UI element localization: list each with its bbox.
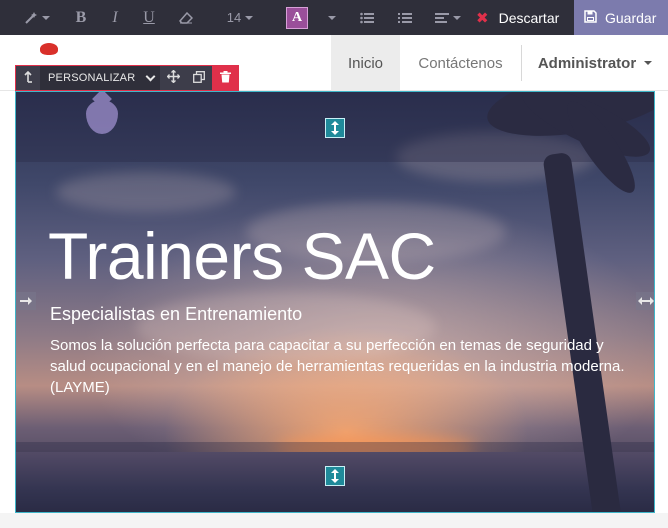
eraser-icon [179, 11, 193, 24]
editor-toolbar: B I U 14 A ✖ Descartar Guardar [0, 0, 668, 35]
hero-description[interactable]: Somos la solución perfecta para capacita… [50, 335, 630, 398]
discard-button[interactable]: ✖ Descartar [464, 0, 574, 35]
ordered-list-icon [398, 12, 412, 24]
select-parent-button[interactable] [16, 66, 40, 90]
font-size-value: 14 [226, 10, 242, 25]
arrow-up-icon [23, 70, 33, 86]
text-color-button[interactable]: A [284, 0, 310, 35]
save-label: Guardar [605, 9, 657, 26]
nav-item-inicio[interactable]: Inicio [331, 35, 400, 91]
trash-icon [219, 70, 231, 86]
resize-bottom-handle[interactable] [325, 466, 345, 486]
unordered-list-button[interactable] [356, 0, 378, 35]
magic-wand-icon [24, 11, 38, 25]
chevron-down-icon [145, 71, 156, 81]
discard-label: Descartar [498, 9, 560, 26]
user-menu-dropdown[interactable]: Administrator [522, 35, 668, 91]
chevron-down-icon [644, 61, 653, 65]
duplicate-snippet-button[interactable] [186, 66, 212, 90]
chevron-down-icon [42, 15, 50, 20]
snippet-options-bar: PERSONALIZAR [15, 65, 239, 91]
chevron-down-icon [328, 15, 336, 20]
chevron-down-icon [453, 15, 461, 20]
color-dropdown-toggle[interactable] [322, 0, 338, 35]
move-snippet-button[interactable] [160, 66, 186, 90]
customize-label: PERSONALIZAR [48, 72, 136, 84]
remove-snippet-button[interactable] [212, 66, 238, 90]
resize-top-handle[interactable] [325, 118, 345, 138]
chevron-down-icon [245, 15, 254, 20]
font-size-dropdown[interactable]: 14 [222, 0, 258, 35]
background-cloud [56, 172, 236, 212]
unordered-list-icon [360, 12, 374, 24]
customize-dropdown[interactable]: PERSONALIZAR [40, 66, 160, 90]
italic-button[interactable]: I [104, 0, 126, 35]
ordered-list-button[interactable] [394, 0, 416, 35]
format-style-button[interactable] [22, 0, 52, 35]
bold-button[interactable]: B [70, 0, 92, 35]
nav-item-contactenos[interactable]: Contáctenos [400, 35, 521, 91]
floppy-disk-icon [584, 9, 605, 26]
text-color-icon: A [286, 6, 308, 29]
page-bottom-strip [0, 513, 668, 528]
clear-format-button[interactable] [174, 0, 198, 35]
hero-title[interactable]: Trainers SAC [48, 218, 436, 294]
underline-button[interactable]: U [138, 0, 160, 35]
resize-left-handle[interactable] [16, 292, 36, 310]
resize-right-handle[interactable] [636, 292, 654, 310]
save-button[interactable]: Guardar [574, 0, 668, 35]
copy-icon [193, 70, 205, 86]
cover-section[interactable]: Trainers SAC Especialistas en Entrenamie… [15, 91, 655, 513]
hero-subtitle[interactable]: Especialistas en Entrenamiento [50, 304, 302, 325]
logo-fruit-icon [40, 43, 58, 55]
user-menu-label: Administrator [537, 54, 637, 72]
move-arrows-icon [166, 69, 180, 86]
close-icon: ✖ [476, 9, 489, 27]
paragraph-align-dropdown[interactable] [432, 0, 464, 35]
align-left-icon [435, 12, 449, 24]
